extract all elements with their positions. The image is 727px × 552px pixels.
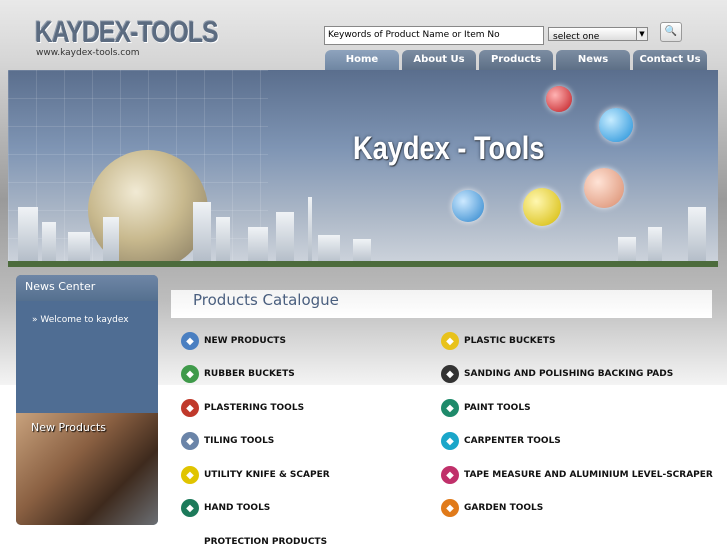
category-label: PLASTIC BUCKETS xyxy=(464,336,556,346)
nav-products[interactable]: Products xyxy=(479,50,553,70)
search-button[interactable]: 🔍 xyxy=(660,22,682,42)
category-select[interactable]: select one ▼ xyxy=(548,27,648,42)
category-label: NEW PRODUCTS xyxy=(204,336,286,346)
banner-title: Kaydex - Tools xyxy=(353,130,545,166)
category-select-value: select one xyxy=(553,32,600,42)
nav-home[interactable]: Home xyxy=(325,50,399,70)
new-products-icon: ◆ xyxy=(181,332,199,350)
category-label: RUBBER BUCKETS xyxy=(204,369,295,379)
garden-tool-icon: ◆ xyxy=(441,499,459,517)
category-label: TAPE MEASURE AND ALUMINIUM LEVEL-SCRAPER xyxy=(464,470,713,480)
paint-tool-icon: ◆ xyxy=(441,399,459,417)
category-carpenter-tools[interactable]: ◆ CARPENTER TOOLS xyxy=(441,431,561,451)
hero-banner: Kaydex - Tools xyxy=(8,70,718,267)
nav-contact-us[interactable]: Contact Us xyxy=(633,50,707,70)
category-rubber-buckets[interactable]: ◆ RUBBER BUCKETS xyxy=(181,364,295,384)
category-tiling-tools[interactable]: ◆ TILING TOOLS xyxy=(181,431,274,451)
category-garden-tools[interactable]: ◆ GARDEN TOOLS xyxy=(441,498,543,518)
news-item[interactable]: » Welcome to kaydex xyxy=(32,315,129,325)
utility-knife-icon: ◆ xyxy=(181,466,199,484)
catalogue-title: Products Catalogue xyxy=(193,291,339,309)
category-protection-products[interactable]: PROTECTION PRODUCTS xyxy=(204,532,327,552)
plastic-bucket-icon: ◆ xyxy=(441,332,459,350)
category-label: UTILITY KNIFE & SCAPER xyxy=(204,470,330,480)
category-label: HAND TOOLS xyxy=(204,503,271,513)
category-plastering-tools[interactable]: ◆ PLASTERING TOOLS xyxy=(181,398,304,418)
category-plastic-buckets[interactable]: ◆ PLASTIC BUCKETS xyxy=(441,331,556,351)
tape-measure-icon: ◆ xyxy=(441,466,459,484)
hand-tool-icon: ◆ xyxy=(181,499,199,517)
tiling-tool-icon: ◆ xyxy=(181,432,199,450)
news-center-panel: News Center » Welcome to kaydex New Prod… xyxy=(16,275,158,525)
nav-about-us[interactable]: About Us xyxy=(402,50,476,70)
category-new-products[interactable]: ◆ NEW PRODUCTS xyxy=(181,331,286,351)
chevron-down-icon[interactable]: ▼ xyxy=(636,28,647,40)
sanding-pad-icon: ◆ xyxy=(441,365,459,383)
category-tape-measure[interactable]: ◆ TAPE MEASURE AND ALUMINIUM LEVEL-SCRAP… xyxy=(441,465,713,485)
category-paint-tools[interactable]: ◆ PAINT TOOLS xyxy=(441,398,531,418)
nav-news[interactable]: News xyxy=(556,50,630,70)
blue-ball-icon xyxy=(599,108,633,142)
red-ball-icon xyxy=(546,86,572,112)
category-label: PAINT TOOLS xyxy=(464,403,531,413)
city-skyline xyxy=(8,197,718,267)
category-sanding-pads[interactable]: ◆ SANDING AND POLISHING BACKING PADS xyxy=(441,364,673,384)
new-products-label[interactable]: New Products xyxy=(31,421,106,434)
category-label: CARPENTER TOOLS xyxy=(464,436,561,446)
site-url: www.kaydex-tools.com xyxy=(36,48,140,58)
category-label: PROTECTION PRODUCTS xyxy=(204,537,328,547)
category-label: SANDING AND POLISHING BACKING PADS xyxy=(464,369,674,379)
site-logo[interactable]: KAYDEX-TOOLS xyxy=(35,16,219,50)
news-center-title: News Center xyxy=(16,275,158,301)
search-icon: 🔍 xyxy=(664,26,678,37)
category-label: GARDEN TOOLS xyxy=(464,503,544,513)
search-input[interactable]: Keywords of Product Name or Item No xyxy=(324,26,544,45)
rubber-bucket-icon: ◆ xyxy=(181,365,199,383)
plastering-tool-icon: ◆ xyxy=(181,399,199,417)
category-label: PLASTERING TOOLS xyxy=(204,403,305,413)
category-hand-tools[interactable]: ◆ HAND TOOLS xyxy=(181,498,270,518)
carpenter-tool-icon: ◆ xyxy=(441,432,459,450)
category-label: TILING TOOLS xyxy=(204,436,275,446)
category-utility-knife[interactable]: ◆ UTILITY KNIFE & SCAPER xyxy=(181,465,330,485)
